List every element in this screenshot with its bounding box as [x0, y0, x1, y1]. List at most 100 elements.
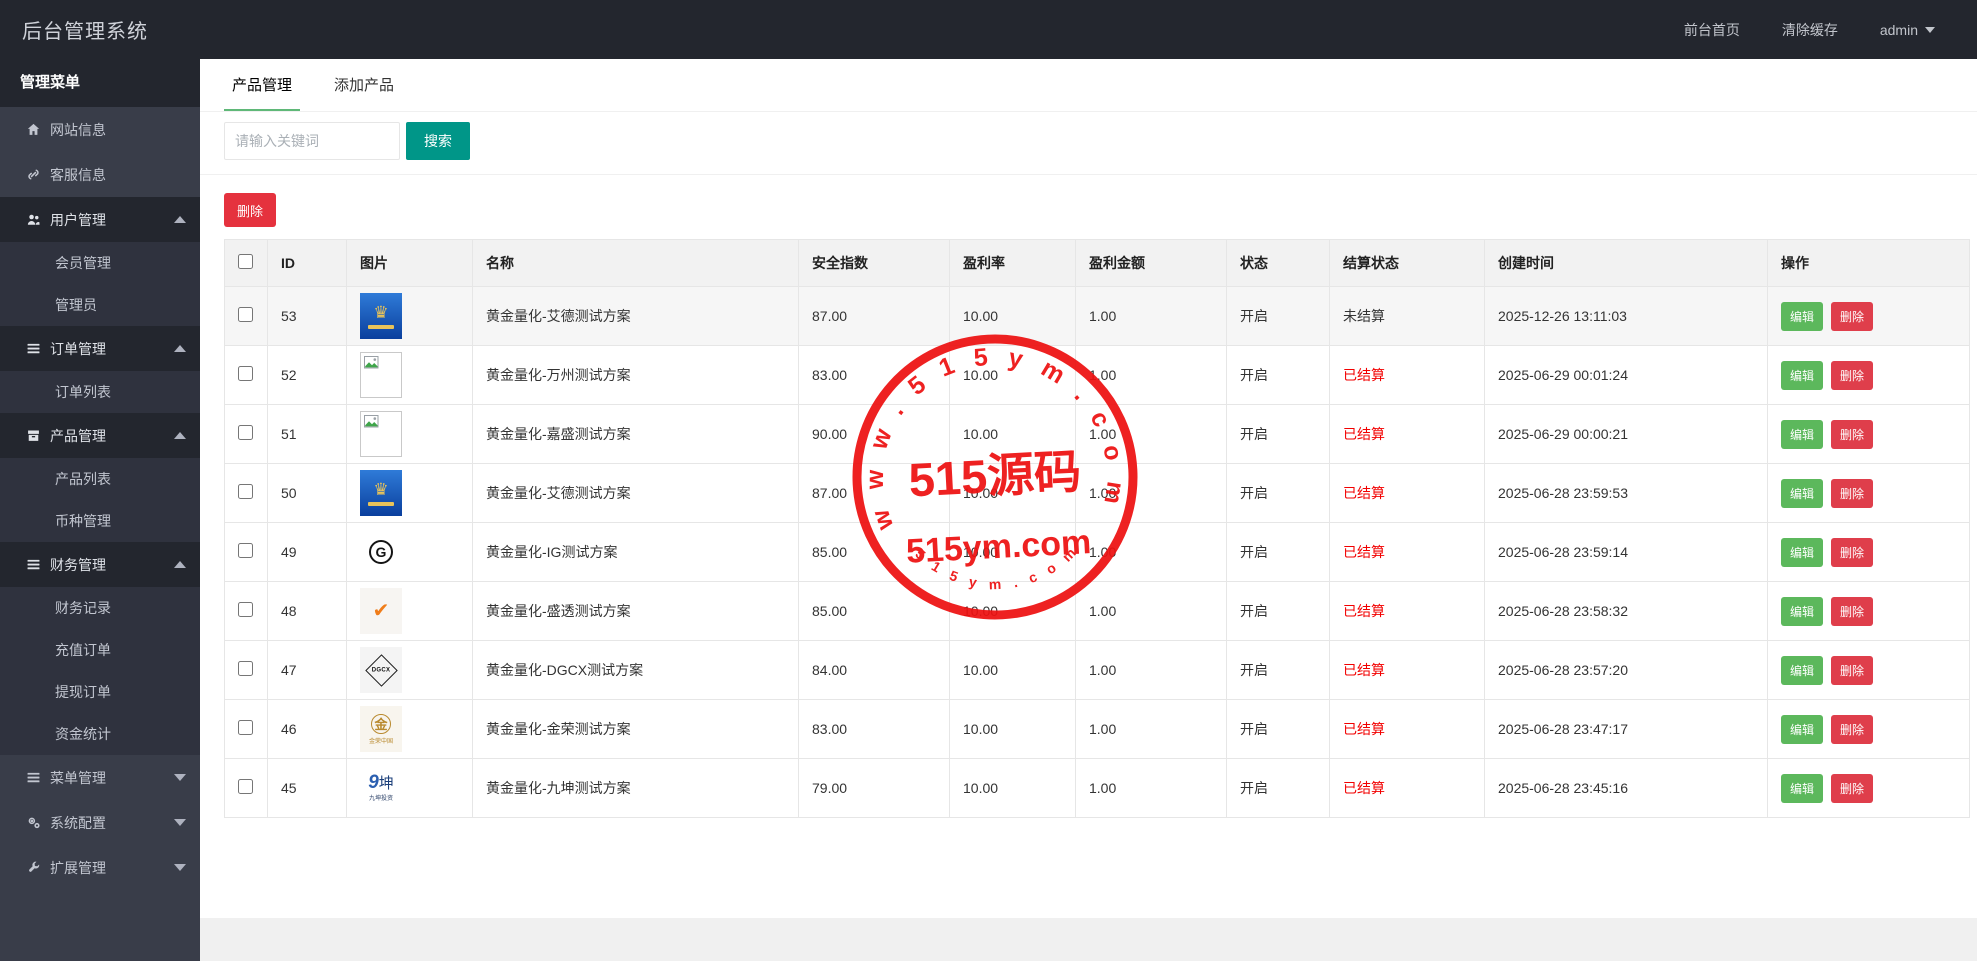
bulk-delete-button[interactable]: 删除 — [224, 193, 277, 227]
cell-id: 52 — [267, 345, 347, 405]
cell-id: 50 — [267, 463, 347, 523]
row-checkbox[interactable] — [238, 484, 253, 499]
sidebar-subitem-member-management[interactable]: 会员管理 — [0, 242, 200, 284]
delete-button[interactable]: 删除 — [1831, 655, 1874, 685]
sidebar-subitem-recharge-orders[interactable]: 充值订单 — [0, 629, 200, 671]
edit-button[interactable]: 编辑 — [1781, 360, 1824, 390]
product-image-jiukun: 9坤 九坤投资 — [360, 765, 402, 811]
sidebar-subitem-currency-management[interactable]: 币种管理 — [0, 500, 200, 542]
edit-button[interactable]: 编辑 — [1781, 773, 1824, 803]
cell-profit-amount: 1.00 — [1075, 758, 1227, 818]
row-checkbox[interactable] — [238, 779, 253, 794]
row-checkbox[interactable] — [238, 543, 253, 558]
sidebar-subitem-order-list[interactable]: 订单列表 — [0, 371, 200, 413]
row-checkbox[interactable] — [238, 720, 253, 735]
caret-down-icon — [174, 864, 186, 871]
cell-checkbox — [224, 699, 268, 759]
sidebar-subitem-administrators[interactable]: 管理员 — [0, 284, 200, 326]
broken-image-icon — [360, 352, 402, 398]
edit-button[interactable]: 编辑 — [1781, 655, 1824, 685]
cell-profit-amount: 1.00 — [1075, 286, 1227, 346]
cell-profit-amount: 1.00 — [1075, 699, 1227, 759]
sidebar-item-order-management[interactable]: 订单管理 — [0, 326, 200, 371]
sidebar-item-site-info[interactable]: 网站信息 — [0, 107, 200, 152]
col-profit-rate: 盈利率 — [949, 239, 1076, 287]
sidebar-item-extension-management[interactable]: 扩展管理 — [0, 845, 200, 890]
sidebar-subitem-withdraw-orders[interactable]: 提现订单 — [0, 671, 200, 713]
delete-button[interactable]: 删除 — [1831, 714, 1874, 744]
sidebar-subitem-finance-records[interactable]: 财务记录 — [0, 587, 200, 629]
search-input[interactable] — [224, 122, 400, 160]
cell-actions: 编辑 删除 — [1767, 404, 1970, 464]
sidebar-subitem-funds-statistics[interactable]: 资金统计 — [0, 713, 200, 755]
cell-name: 黄金量化-IG测试方案 — [472, 522, 799, 582]
row-checkbox[interactable] — [238, 307, 253, 322]
delete-button[interactable]: 删除 — [1831, 596, 1874, 626]
product-image-aide: ♛ — [360, 293, 402, 339]
delete-button[interactable]: 删除 — [1831, 478, 1874, 508]
cell-id: 45 — [267, 758, 347, 818]
cell-image: ♛ — [346, 286, 473, 346]
sidebar-item-label: 客服信息 — [50, 166, 106, 183]
tab-add-product[interactable]: 添加产品 — [326, 59, 402, 111]
edit-button[interactable]: 编辑 — [1781, 596, 1824, 626]
search-button[interactable]: 搜索 — [406, 122, 470, 160]
cell-safety-index: 85.00 — [798, 581, 950, 641]
row-checkbox[interactable] — [238, 661, 253, 676]
delete-button[interactable]: 删除 — [1831, 419, 1874, 449]
sidebar-item-label: 产品管理 — [50, 427, 106, 444]
row-checkbox[interactable] — [238, 602, 253, 617]
sidebar-item-system-config[interactable]: 系统配置 — [0, 800, 200, 845]
cell-profit-amount: 1.00 — [1075, 404, 1227, 464]
home-icon — [26, 123, 40, 137]
col-image: 图片 — [346, 239, 473, 287]
sidebar: 管理菜单 网站信息客服信息用户管理 会员管理 管理员 订单管理 订单列表产品管理产品列表… — [0, 59, 200, 961]
select-all-checkbox[interactable] — [238, 254, 253, 269]
tab-product-management[interactable]: 产品管理 — [224, 59, 301, 111]
cell-safety-index: 87.00 — [798, 286, 950, 346]
cell-id: 48 — [267, 581, 347, 641]
cell-id: 51 — [267, 404, 347, 464]
cell-id: 49 — [267, 522, 347, 582]
cell-created-time: 2025-12-26 13:11:03 — [1484, 286, 1768, 346]
edit-button[interactable]: 编辑 — [1781, 301, 1824, 331]
sidebar-title: 管理菜单 — [0, 59, 200, 107]
sidebar-item-finance-management[interactable]: 财务管理 — [0, 542, 200, 587]
cell-name: 黄金量化-盛透测试方案 — [472, 581, 799, 641]
edit-button[interactable]: 编辑 — [1781, 419, 1824, 449]
cell-created-time: 2025-06-28 23:47:17 — [1484, 699, 1768, 759]
cell-profit-rate: 10.00 — [949, 640, 1076, 700]
row-checkbox[interactable] — [238, 425, 253, 440]
nav-admin-dropdown[interactable]: admin — [1880, 22, 1935, 38]
row-checkbox[interactable] — [238, 366, 253, 381]
edit-button[interactable]: 编辑 — [1781, 537, 1824, 567]
cell-actions: 编辑 删除 — [1767, 581, 1970, 641]
cell-checkbox — [224, 345, 268, 405]
nav-clear-cache[interactable]: 清除缓存 — [1782, 20, 1838, 40]
cell-name: 黄金量化-九坤测试方案 — [472, 758, 799, 818]
sidebar-subitem-product-list[interactable]: 产品列表 — [0, 458, 200, 500]
nav-front-home[interactable]: 前台首页 — [1684, 20, 1740, 40]
sidebar-item-product-management[interactable]: 产品管理 — [0, 413, 200, 458]
cell-safety-index: 83.00 — [798, 345, 950, 405]
cell-safety-index: 87.00 — [798, 463, 950, 523]
sidebar-item-user-management[interactable]: 用户管理 — [0, 197, 200, 242]
edit-button[interactable]: 编辑 — [1781, 714, 1824, 744]
table-row: 50 ♛ 黄金量化-艾德测试方案 87.00 10.00 1.00 开启 已结算 2025-06… — [224, 463, 1970, 523]
sidebar-item-label: 网站信息 — [50, 121, 106, 138]
sidebar-item-label: 扩展管理 — [50, 859, 106, 876]
delete-button[interactable]: 删除 — [1831, 773, 1874, 803]
delete-button[interactable]: 删除 — [1831, 537, 1874, 567]
cell-status: 开启 — [1226, 640, 1330, 700]
delete-button[interactable]: 删除 — [1831, 360, 1874, 390]
cell-id: 47 — [267, 640, 347, 700]
caret-up-icon — [174, 216, 186, 223]
edit-button[interactable]: 编辑 — [1781, 478, 1824, 508]
list-icon — [26, 558, 40, 572]
cell-profit-rate: 10.00 — [949, 345, 1076, 405]
sidebar-item-menu-management[interactable]: 菜单管理 — [0, 755, 200, 800]
delete-button[interactable]: 删除 — [1831, 301, 1874, 331]
table-row: 46 金金荣中国 黄金量化-金荣测试方案 83.00 10.00 1.00 开启 已结算 202… — [224, 699, 1970, 759]
sidebar-item-service-info[interactable]: 客服信息 — [0, 152, 200, 197]
